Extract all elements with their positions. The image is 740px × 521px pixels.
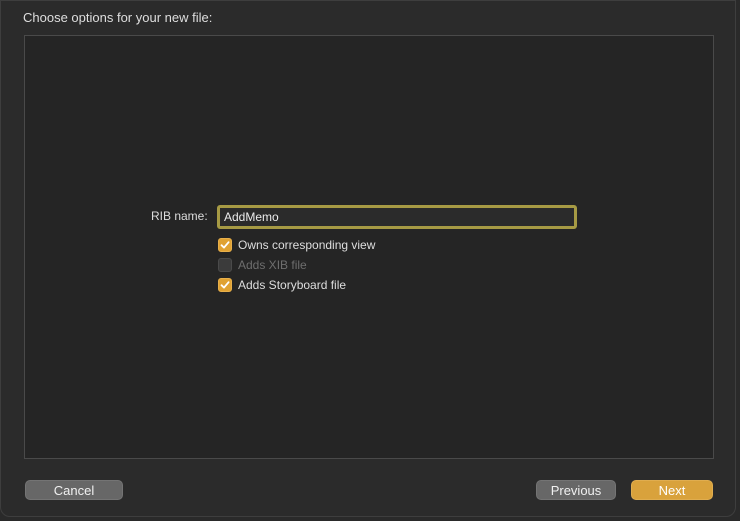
rib-name-input[interactable]	[217, 205, 577, 229]
new-file-options-sheet: Choose options for your new file: RIB na…	[0, 0, 736, 517]
owns-view-label: Owns corresponding view	[238, 238, 376, 252]
sheet-title: Choose options for your new file:	[23, 10, 213, 25]
owns-view-checkbox[interactable]	[218, 238, 232, 252]
adds-xib-checkbox-row: Adds XIB file	[218, 257, 307, 273]
adds-xib-checkbox	[218, 258, 232, 272]
checkmark-icon	[220, 281, 230, 289]
adds-xib-label: Adds XIB file	[238, 258, 307, 272]
previous-button[interactable]: Previous	[536, 480, 616, 500]
adds-storyboard-label: Adds Storyboard file	[238, 278, 347, 292]
adds-storyboard-checkbox[interactable]	[218, 278, 232, 292]
adds-storyboard-checkbox-row[interactable]: Adds Storyboard file	[218, 277, 346, 293]
owns-view-checkbox-row[interactable]: Owns corresponding view	[218, 237, 375, 253]
rib-name-label: RIB name:	[151, 209, 208, 223]
checkmark-icon	[220, 241, 230, 249]
cancel-button[interactable]: Cancel	[25, 480, 123, 500]
next-button[interactable]: Next	[631, 480, 713, 500]
